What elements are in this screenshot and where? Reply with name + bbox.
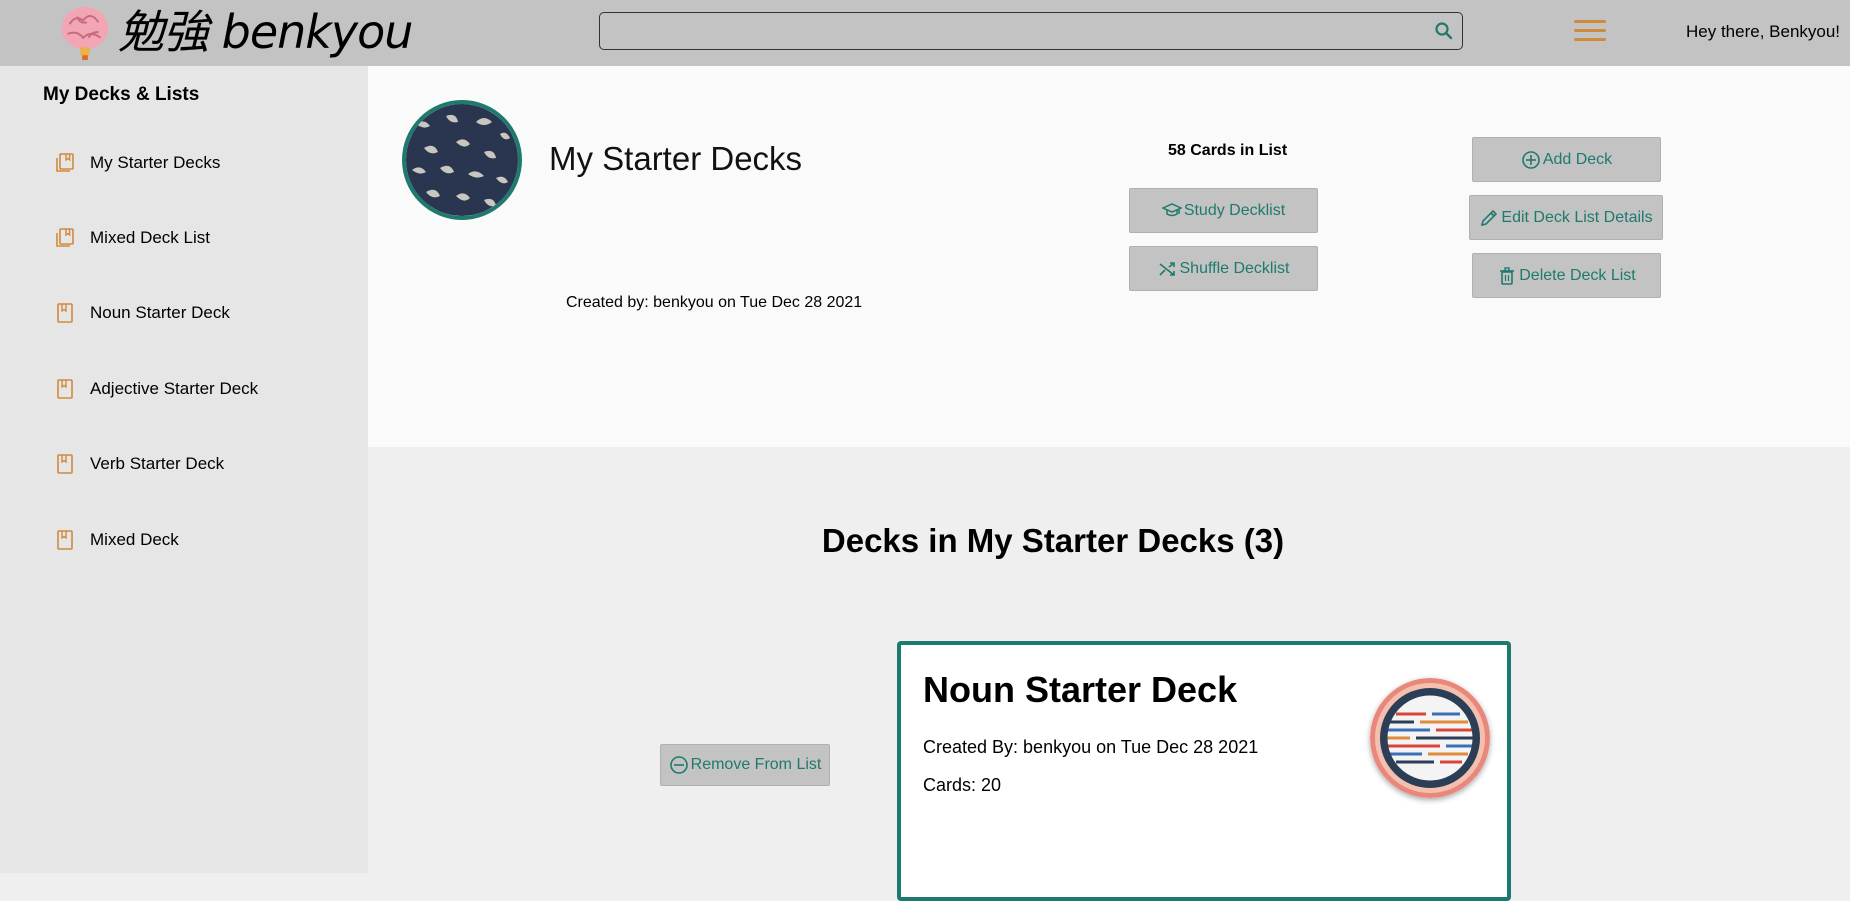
- sidebar-title: My Decks & Lists: [43, 84, 200, 105]
- shuffle-icon: [1158, 261, 1175, 276]
- shuffle-decklist-label: Shuffle Decklist: [1179, 259, 1290, 277]
- edit-deck-list-label: Edit Deck List Details: [1501, 208, 1653, 226]
- deck-created-by: Created By: benkyou on Tue Dec 28 2021: [923, 737, 1259, 757]
- page-title: My Starter Decks: [549, 140, 803, 177]
- deck-icon: [57, 303, 73, 323]
- pencil-icon: [1481, 209, 1498, 226]
- user-greeting: Hey there, Benkyou!: [1686, 22, 1841, 41]
- sidebar-item-label: Noun Starter Deck: [90, 303, 230, 322]
- search-bar[interactable]: [599, 12, 1463, 50]
- menu-icon[interactable]: [1574, 20, 1606, 46]
- deck-list-icon: [56, 153, 74, 172]
- delete-deck-list-button[interactable]: Delete Deck List: [1472, 253, 1661, 298]
- sidebar-item-my-starter-decks[interactable]: My Starter Decks: [54, 148, 220, 178]
- top-bar: 勉強 benkyou Hey there, Benkyou!: [0, 0, 1850, 66]
- study-decklist-label: Study Decklist: [1183, 201, 1286, 219]
- brand-logo[interactable]: 勉強 benkyou: [56, 2, 413, 62]
- sidebar-item-adjective-starter-deck[interactable]: Adjective Starter Deck: [54, 374, 258, 404]
- plus-circle-icon: [1522, 150, 1540, 169]
- deck-icon: [57, 379, 73, 399]
- decks-section-heading: Decks in My Starter Decks (3): [821, 522, 1285, 559]
- leopard-pattern-image: [406, 104, 518, 216]
- cards-count: 58 Cards in List: [1168, 142, 1288, 159]
- trash-icon: [1500, 266, 1515, 285]
- remove-from-list-label: Remove From List: [690, 756, 822, 773]
- deck-card[interactable]: Noun Starter Deck Created By: benkyou on…: [897, 641, 1511, 901]
- deck-card-count: Cards: 20: [923, 775, 1002, 795]
- sidebar-item-label: Mixed Deck List: [90, 228, 210, 247]
- sidebar-item-label: Adjective Starter Deck: [90, 379, 259, 398]
- delete-deck-list-label: Delete Deck List: [1519, 266, 1636, 284]
- sidebar-item-label: Verb Starter Deck: [90, 454, 225, 473]
- deck-list-avatar: [402, 100, 522, 220]
- graduation-cap-icon: [1161, 202, 1182, 216]
- sidebar-item-mixed-deck-list[interactable]: Mixed Deck List: [54, 223, 210, 253]
- brain-logo-icon: [61, 6, 109, 61]
- add-deck-button[interactable]: Add Deck: [1472, 137, 1661, 182]
- remove-from-list-button[interactable]: Remove From List: [660, 744, 830, 786]
- minus-circle-icon: [669, 756, 688, 774]
- sidebar-item-label: My Starter Decks: [90, 153, 221, 172]
- deck-thumbnail-image: [1370, 678, 1490, 798]
- brand-name: 勉強 benkyou: [118, 5, 413, 59]
- deck-list-icon: [56, 228, 74, 247]
- deck-icon: [57, 454, 73, 474]
- search-icon[interactable]: [1434, 21, 1454, 41]
- sidebar-item-noun-starter-deck[interactable]: Noun Starter Deck: [54, 298, 230, 328]
- study-decklist-button[interactable]: Study Decklist: [1129, 188, 1318, 233]
- sidebar-item-verb-starter-deck[interactable]: Verb Starter Deck: [54, 449, 224, 479]
- edit-deck-list-details-button[interactable]: Edit Deck List Details: [1469, 195, 1663, 240]
- shuffle-decklist-button[interactable]: Shuffle Decklist: [1129, 246, 1318, 291]
- add-deck-label: Add Deck: [1542, 150, 1613, 168]
- created-by-text: Created by: benkyou on Tue Dec 28 2021: [566, 294, 863, 311]
- search-input[interactable]: [606, 17, 1430, 45]
- deck-title: Noun Starter Deck: [923, 669, 1238, 710]
- sidebar: My Decks & Lists My Starter Decks Mixed …: [0, 66, 368, 873]
